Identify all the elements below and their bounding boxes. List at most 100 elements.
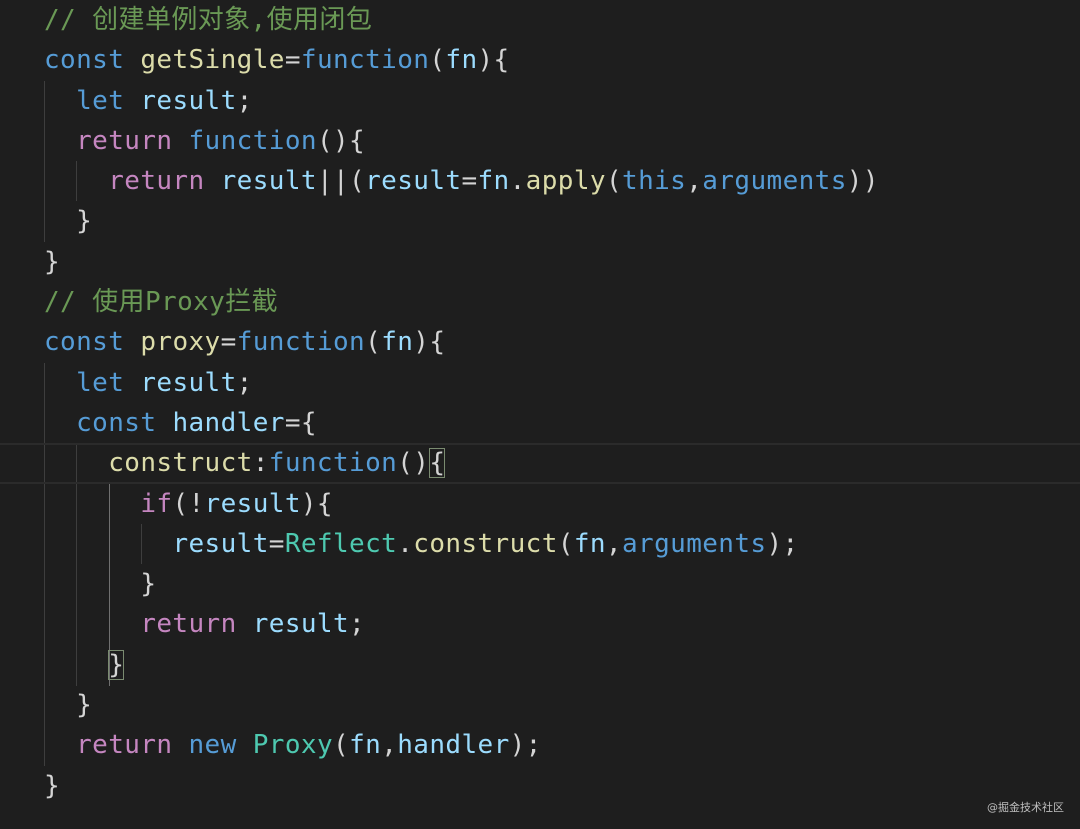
code-token: } [108, 649, 125, 680]
code-line[interactable]: return result; [44, 604, 1064, 644]
code-line[interactable]: } [44, 766, 1064, 806]
code-line[interactable]: } [44, 564, 1064, 604]
code-token: ={ [284, 407, 317, 438]
code-line[interactable]: let result; [44, 363, 1064, 403]
code-token: const [76, 407, 157, 438]
code-token: result [204, 488, 301, 519]
code-line[interactable]: // 使用Proxy拦截 [44, 282, 1064, 322]
code-token: result [140, 85, 237, 116]
code-token: ( [605, 166, 623, 197]
code-token: let [76, 367, 125, 398]
code-token: handler [397, 730, 510, 761]
code-line[interactable]: result=Reflect.construct(fn,arguments); [44, 524, 1064, 564]
code-token: arguments [621, 528, 767, 559]
code-token: result [252, 609, 350, 640]
code-token: return [76, 125, 173, 156]
code-editor[interactable]: // 创建单例对象,使用闭包 const getSingle=function(f… [0, 0, 1080, 829]
code-token: handler [172, 407, 285, 438]
code-token: function [188, 125, 317, 156]
code-line[interactable]: return function(){ [44, 121, 1064, 161]
code-token: ){ [477, 45, 510, 76]
code-line[interactable]: const getSingle=function(fn){ [44, 40, 1064, 80]
code-line[interactable]: const proxy=function(fn){ [44, 322, 1064, 362]
code-token: let [76, 85, 125, 116]
code-token: return [76, 730, 173, 761]
code-token: = [284, 45, 301, 76]
code-token: } [76, 690, 93, 721]
code-token: proxy [140, 327, 221, 358]
code-line[interactable]: return result||(result=fn.apply(this,arg… [44, 161, 1064, 201]
code-line[interactable]: if(!result){ [44, 484, 1064, 524]
code-token: const [44, 327, 125, 358]
code-token: if [140, 488, 173, 519]
code-line[interactable]: const handler={ [44, 403, 1064, 443]
code-area[interactable]: // 创建单例对象,使用闭包 const getSingle=function(f… [0, 0, 1080, 806]
code-token: ( [333, 730, 350, 761]
code-token: fn [445, 45, 478, 76]
code-token: fn [381, 327, 414, 358]
code-line[interactable]: } [44, 645, 1064, 685]
code-token: result [365, 166, 462, 197]
code-token: = [268, 528, 285, 559]
code-token: (){ [316, 125, 366, 156]
code-line[interactable]: // 创建单例对象,使用闭包 [44, 0, 1064, 40]
code-token: } [44, 246, 61, 277]
code-token: : [252, 448, 269, 479]
code-token: construct [108, 448, 253, 479]
code-token: result [140, 367, 237, 398]
code-token: ){ [413, 327, 446, 358]
code-token: ( [365, 327, 382, 358]
code-line[interactable]: construct:function(){ [0, 443, 1080, 484]
code-line[interactable]: let result; [44, 81, 1064, 121]
code-token: function [300, 45, 430, 76]
code-token: Reflect [284, 528, 398, 559]
code-token: )) [846, 166, 879, 197]
code-line[interactable]: return new Proxy(fn,handler); [44, 725, 1064, 765]
code-token: , [686, 166, 703, 197]
code-token: () [397, 448, 430, 479]
code-token: new [188, 730, 237, 761]
code-token: } [44, 770, 61, 801]
code-line[interactable]: } [44, 242, 1064, 282]
code-token: { [429, 448, 446, 479]
code-token: result [220, 166, 317, 197]
code-token: ); [509, 730, 542, 761]
code-token: Proxy [252, 730, 334, 761]
code-token: ; [349, 609, 366, 640]
code-token: . [397, 528, 414, 559]
code-line[interactable]: } [44, 685, 1064, 725]
code-token: , [605, 528, 622, 559]
code-token: ; [236, 85, 253, 116]
watermark: @掘金技术社区 [987, 801, 1064, 814]
code-token: getSingle [140, 45, 285, 76]
code-token: return [108, 166, 205, 197]
code-token: = [461, 166, 478, 197]
code-token: ( [429, 45, 446, 76]
code-token: ||( [316, 166, 366, 197]
code-line[interactable]: } [44, 201, 1064, 241]
code-token: function [268, 448, 398, 479]
code-token: fn [477, 166, 510, 197]
code-token: result [172, 528, 269, 559]
code-token: apply [525, 166, 606, 197]
